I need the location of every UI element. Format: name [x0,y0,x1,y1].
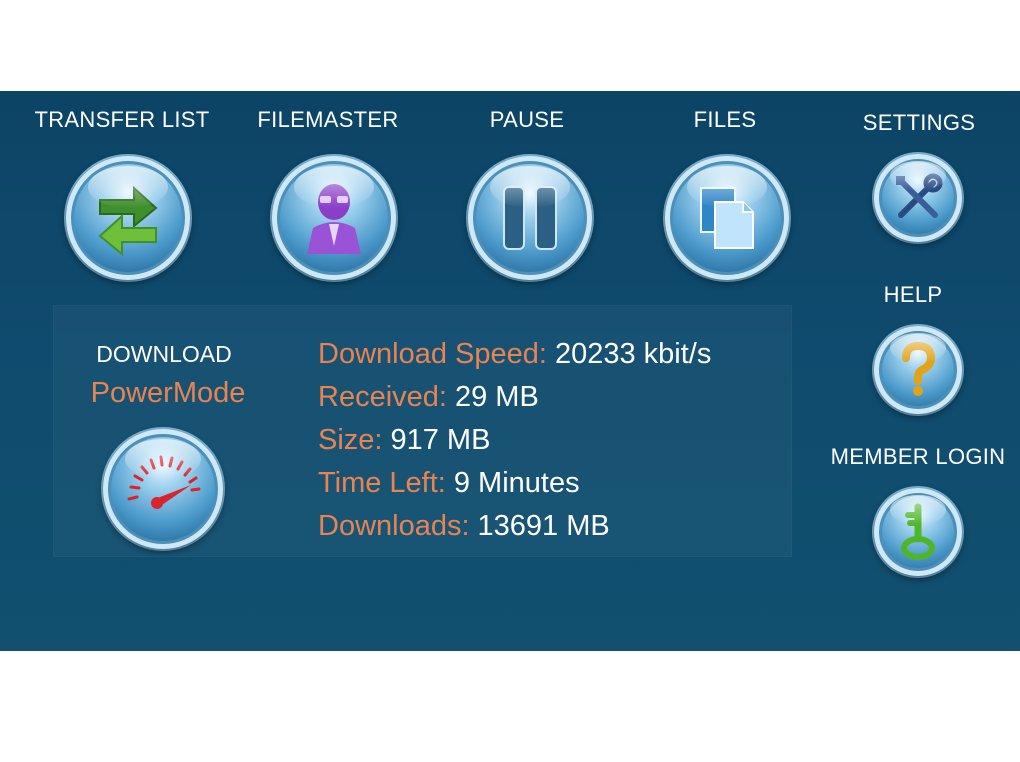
settings-label: SETTINGS [862,110,976,135]
help-label: HELP [883,282,943,307]
transfer-list-label: TRANSFER LIST [34,107,210,132]
filemaster-agent-icon [307,184,361,254]
downloads-value: 13691 MB [477,510,610,542]
time-left-row: Time Left: 9 Minutes [318,467,580,500]
downloads-row: Downloads: 13691 MB [318,510,610,543]
size-value: 917 MB [390,424,491,456]
received-value: 29 MB [454,381,539,413]
transfer-arrows-icon [98,185,158,256]
powermode-label: PowerMode [90,377,246,409]
received-label: Received: [318,381,447,413]
transfer-list-button[interactable] [66,156,190,280]
files-button[interactable] [665,156,789,280]
settings-button[interactable] [874,154,962,242]
size-row: Size: 917 MB [318,424,490,457]
size-label: Size: [318,424,383,456]
download-speed-row: Download Speed: 20233 kbit/s [318,338,711,371]
filemaster-button[interactable] [272,156,396,280]
download-speed-value: 20233 kbit/s [554,338,712,370]
time-left-label: Time Left: [318,467,446,499]
powermode-button[interactable] [103,429,223,549]
member-login-button[interactable] [874,488,962,576]
key-icon [901,503,935,560]
files-label: FILES [693,107,757,132]
download-title: DOWNLOAD [96,341,232,367]
question-mark-icon [902,342,936,396]
member-login-label: MEMBER LOGIN [830,444,1006,469]
help-button[interactable] [874,326,962,414]
downloads-label: Downloads: [318,510,470,542]
files-icon [700,187,754,249]
received-row: Received: 29 MB [318,381,539,414]
filemaster-label: FILEMASTER [257,107,399,132]
tools-icon [896,173,943,218]
download-speed-label: Download Speed: [318,338,547,370]
pause-label: PAUSE [489,107,565,132]
speedometer-icon [127,455,201,509]
pause-button[interactable] [468,156,592,280]
pause-icon [503,186,557,250]
time-left-value: 9 Minutes [453,467,580,499]
